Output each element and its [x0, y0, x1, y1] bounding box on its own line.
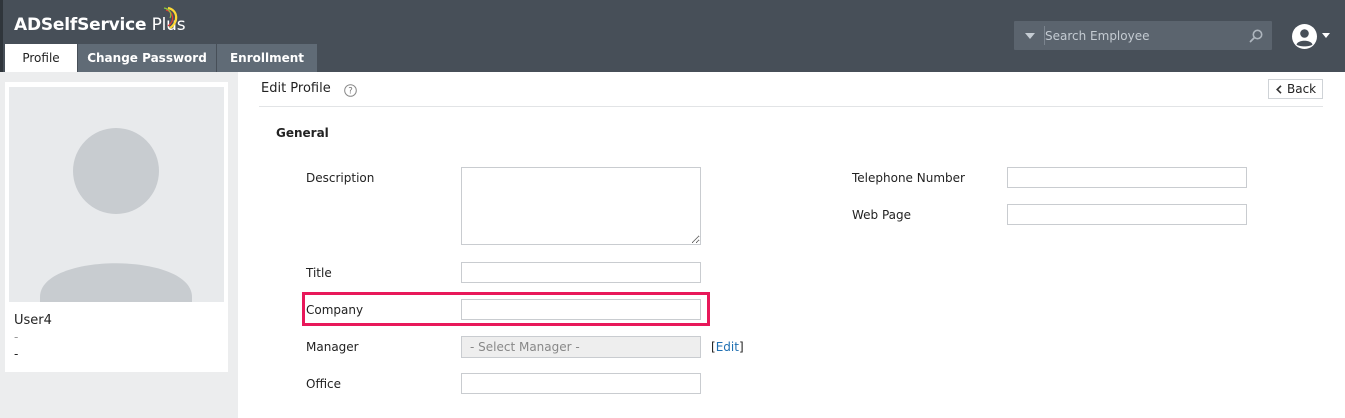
tab-change-password[interactable]: Change Password [78, 44, 216, 72]
user-menu-caret-icon[interactable] [1322, 33, 1330, 38]
manager-edit: [Edit] [711, 340, 744, 354]
title-field[interactable] [461, 262, 701, 283]
office-field[interactable] [461, 373, 701, 394]
back-button[interactable]: Back [1268, 79, 1323, 99]
help-icon[interactable]: ? [344, 84, 357, 97]
search-input[interactable] [1045, 25, 1240, 46]
user-account-icon[interactable] [1291, 23, 1318, 50]
telephone-field[interactable] [1007, 167, 1247, 188]
webpage-field[interactable] [1007, 204, 1247, 225]
title-label: Title [306, 266, 332, 280]
chevron-left-icon [1276, 85, 1282, 94]
manager-select[interactable]: - Select Manager - [461, 336, 701, 358]
profile-username: User4 [14, 313, 52, 328]
office-label: Office [306, 377, 342, 391]
title-divider [259, 106, 1323, 107]
webpage-label: Web Page [852, 208, 912, 222]
logo-name: ADSelfService [14, 15, 147, 35]
page-title: Edit Profile [261, 81, 331, 96]
header-left-edge [0, 0, 3, 72]
tab-profile[interactable]: Profile [5, 44, 77, 72]
profile-line-2: - [14, 330, 19, 344]
employee-search [1014, 21, 1272, 50]
section-title-general: General [276, 126, 329, 140]
profile-line-3: - [14, 347, 19, 361]
tab-enrollment[interactable]: Enrollment [217, 44, 317, 72]
svg-text:?: ? [348, 87, 353, 97]
avatar [9, 87, 224, 302]
avatar-placeholder-icon [40, 128, 192, 302]
search-icon[interactable] [1248, 28, 1264, 44]
description-label: Description [306, 171, 375, 185]
edit-bracket-close: ] [738, 340, 744, 354]
logo-arc-icon [163, 6, 178, 29]
app-logo: ADSelfService Plus [14, 15, 186, 35]
telephone-label: Telephone Number [852, 171, 965, 185]
manager-label: Manager [306, 340, 359, 354]
back-button-label: Back [1287, 82, 1317, 96]
dropdown-caret-icon[interactable] [1025, 33, 1035, 39]
company-highlight-box [302, 292, 710, 326]
main-tabs: Profile Change Password Enrollment [5, 44, 318, 72]
manager-edit-link[interactable]: Edit [716, 340, 739, 354]
description-field[interactable] [461, 167, 701, 245]
